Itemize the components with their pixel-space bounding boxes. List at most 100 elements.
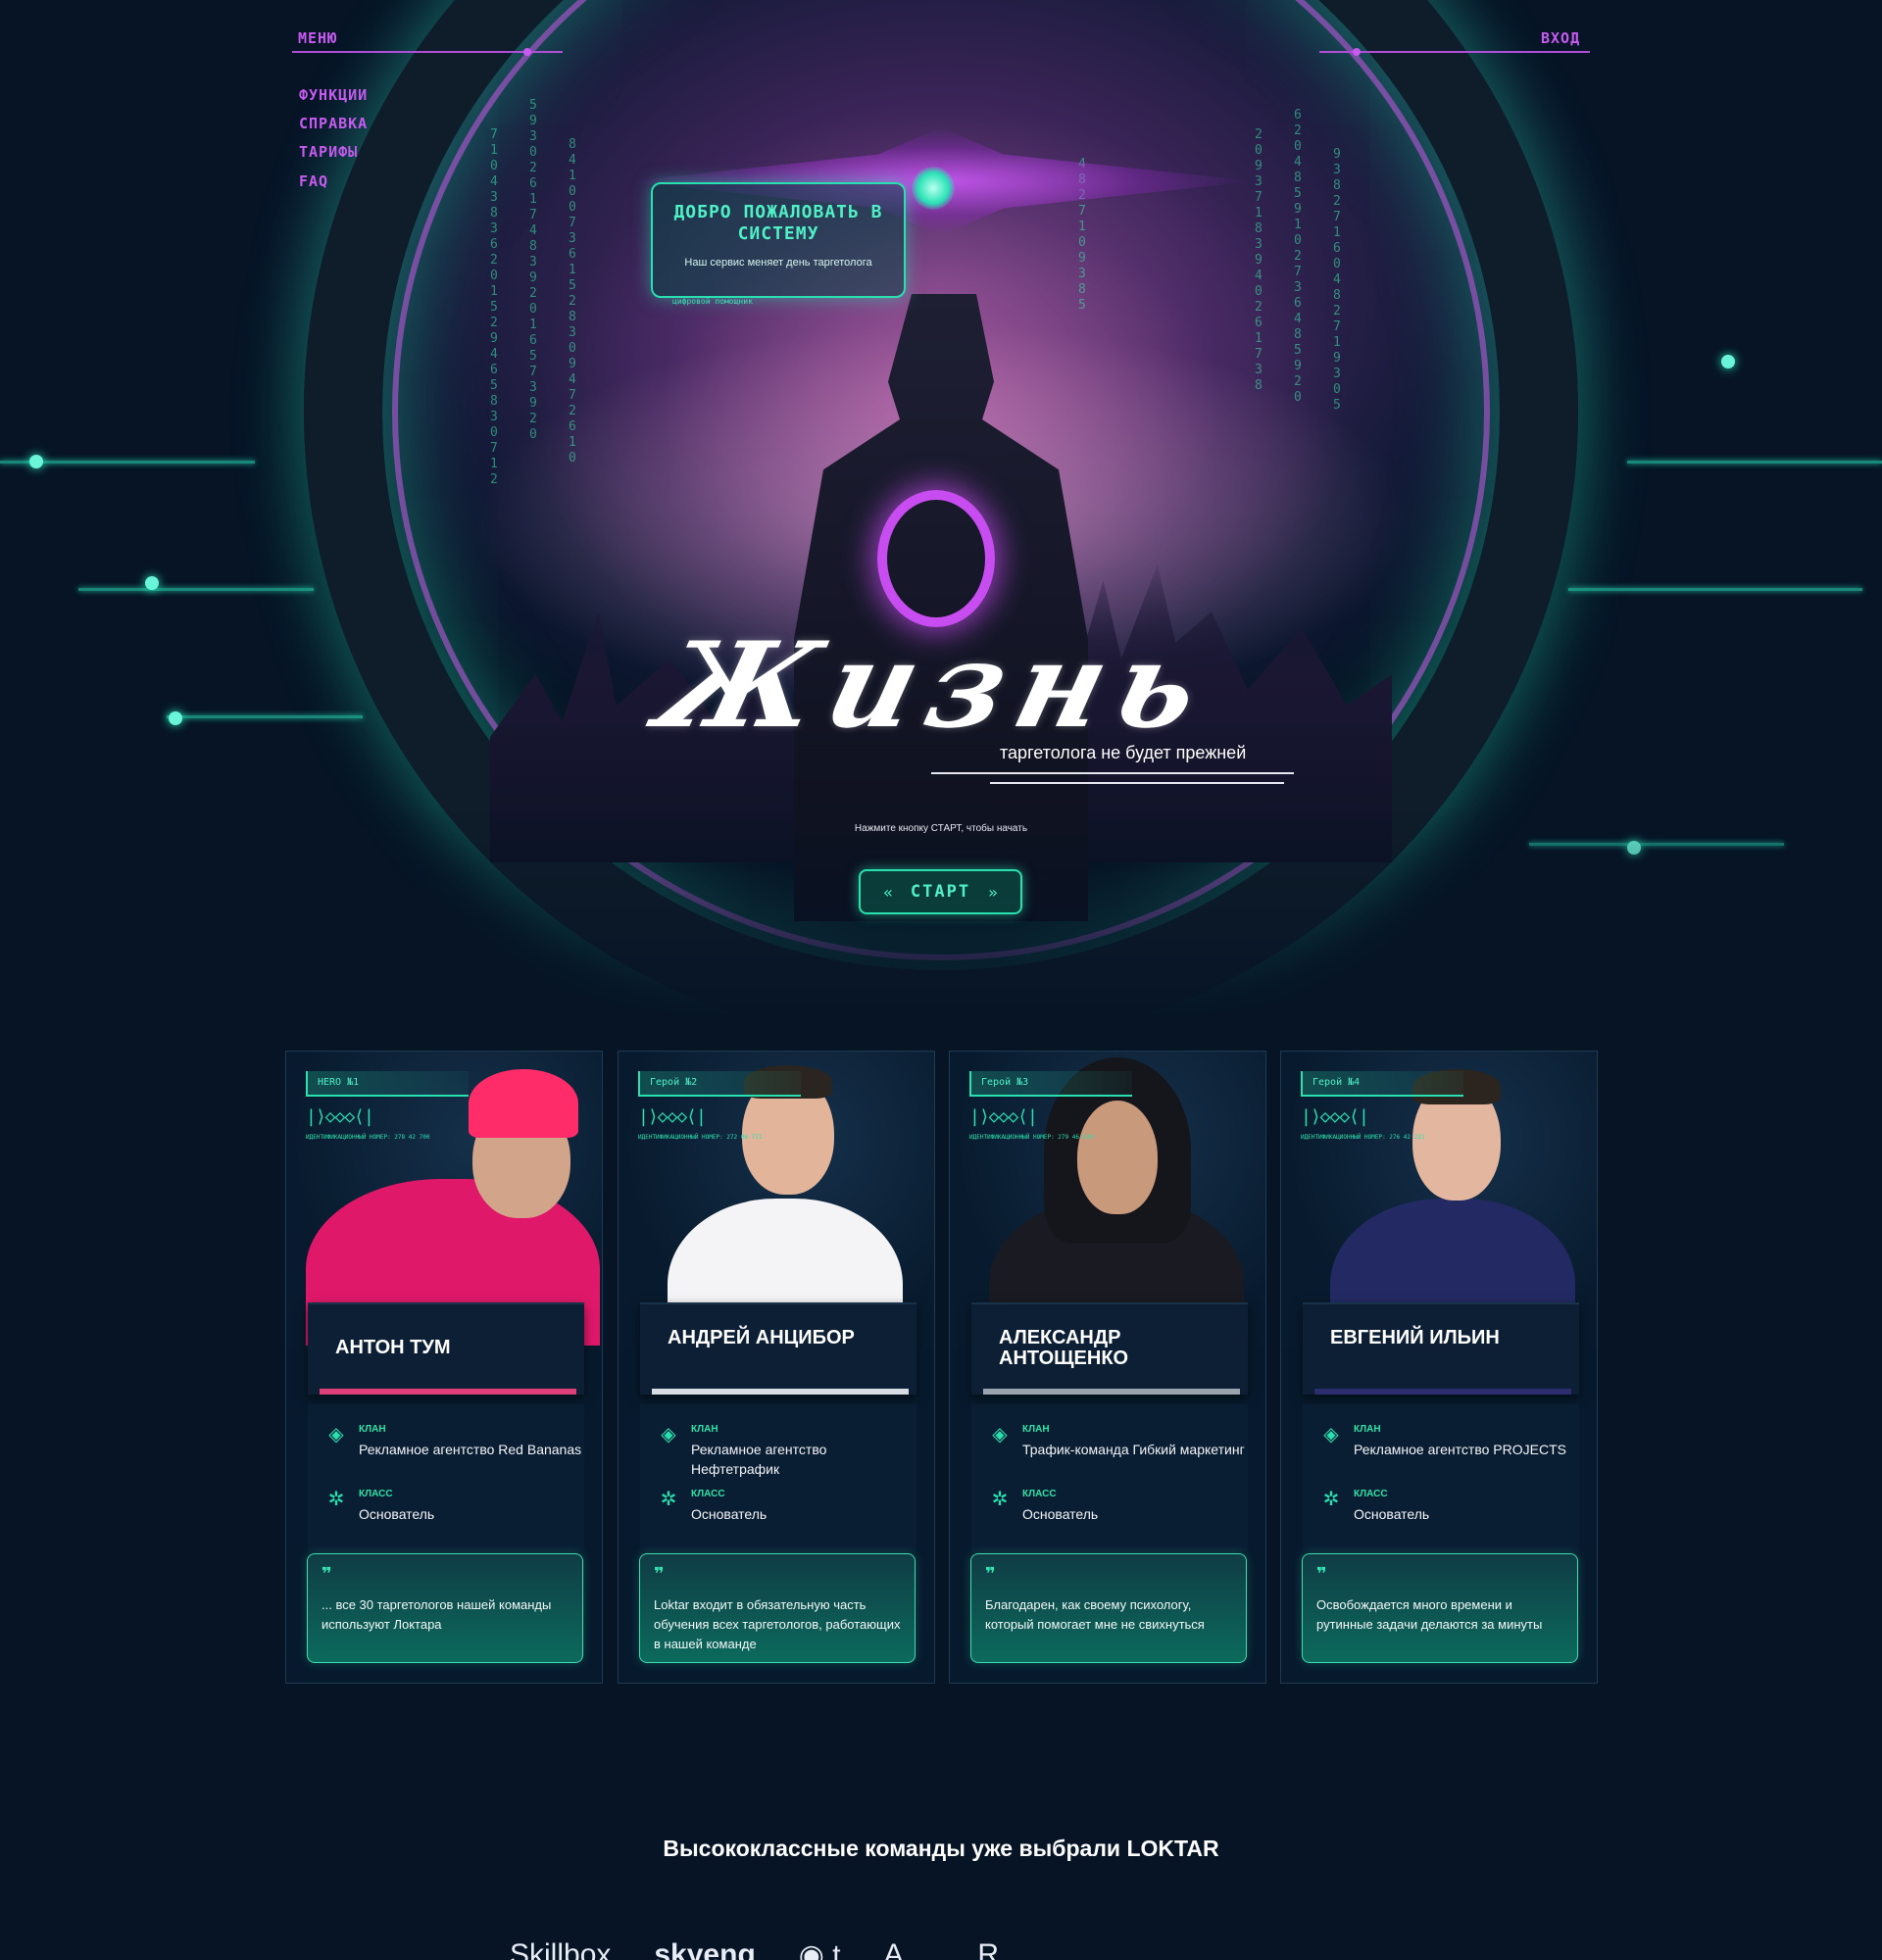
class-value: Основатель [1354, 1506, 1430, 1522]
class-icon: ✲ [1322, 1489, 1340, 1510]
menu-link[interactable]: МЕНЮ [298, 29, 337, 47]
card-tag: Герой №3 [969, 1071, 1132, 1097]
clan-value: Рекламное агентство PROJECTS [1354, 1442, 1566, 1457]
card-name: Антон Тум [335, 1337, 451, 1358]
class-label: КЛАСС [691, 1489, 725, 1499]
hero-section: 71043836201529465830712 5930261748392016… [0, 0, 1882, 1019]
clan-value: Трафик-команда Гибкий маркетинг [1022, 1442, 1245, 1457]
client-logo-3: ◉ t [798, 1939, 841, 1960]
quote-box: ❞ ... все 30 таргетологов нашей команды … [307, 1553, 583, 1663]
welcome-panel: ДОБРО ПОЖАЛОВАТЬ В СИСТЕМУ Наш сервис ме… [651, 182, 906, 298]
card-ident: ИДЕНТИФИКАЦИОННЫЙ НОМЕР: 272 06 771 [638, 1134, 763, 1141]
menu-rule-node [523, 48, 531, 56]
card-info: ◈ КЛАН Рекламное агентство Red Bananas ✲… [308, 1404, 584, 1551]
double-chevron-right-icon: » [988, 882, 998, 902]
person-head [1077, 1101, 1158, 1214]
dna-icon: |⟩◇◇◇⟨| [306, 1106, 374, 1127]
welcome-footnote: цифровой помощник [672, 297, 753, 306]
card-tag: HERO №1 [306, 1071, 469, 1097]
quote-icon: ❞ [985, 1564, 996, 1584]
login-link[interactable]: ВХОД [1541, 29, 1580, 47]
clan-label: КЛАН [1354, 1424, 1381, 1435]
card-info: ◈ КЛАН Рекламное агентство Нефтетрафик ✲… [640, 1404, 916, 1551]
class-value: Основатель [359, 1506, 435, 1522]
hero-card: Герой №4 |⟩◇◇◇⟨| ИДЕНТИФИКАЦИОННЫЙ НОМЕР… [1280, 1051, 1598, 1684]
card-name: Евгений Ильин [1330, 1327, 1500, 1348]
welcome-title: ДОБРО ПОЖАЛОВАТЬ В СИСТЕМУ [673, 202, 883, 244]
clan-value: Рекламное агентство Нефтетрафик [691, 1442, 827, 1477]
circuit-line [1568, 588, 1862, 591]
circuit-line [78, 588, 314, 591]
circuit-line [167, 715, 363, 718]
beanie-hat [469, 1069, 578, 1138]
quote-box: ❞ Освобождается много времени и рутинные… [1302, 1553, 1578, 1663]
hero-core-glow [877, 490, 995, 627]
nav-item-faq[interactable]: FAQ [299, 172, 328, 190]
class-icon: ✲ [660, 1489, 677, 1510]
card-ident: ИДЕНТИФИКАЦИОННЫЙ НОМЕР: 279 46 620 [969, 1134, 1094, 1141]
name-plate-strip [1314, 1389, 1571, 1395]
card-tag: Герой №4 [1301, 1071, 1463, 1097]
login-rule-node [1353, 48, 1361, 56]
dna-icon: |⟩◇◇◇⟨| [1301, 1106, 1369, 1127]
nav-item-pricing[interactable]: ТАРИФЫ [299, 143, 358, 161]
start-button-label: СТАРТ [910, 882, 971, 902]
class-label: КЛАСС [1022, 1489, 1057, 1499]
quote-icon: ❞ [1316, 1564, 1327, 1584]
clan-value: Рекламное агентство Red Bananas [359, 1442, 582, 1457]
eye-core [912, 167, 955, 210]
name-plate-strip [983, 1389, 1240, 1395]
menu-rule [292, 51, 563, 53]
card-name: Александр Антощенко [999, 1327, 1129, 1369]
client-logos: Skillbox skyeng ◉ t A ... R ... [510, 1938, 1392, 1960]
client-logo-skyeng: skyeng [654, 1938, 756, 1960]
matrix-digits: 841007361528309472610 [569, 137, 576, 466]
hero-card: Герой №3 |⟩◇◇◇⟨| ИДЕНТИФИКАЦИОННЫЙ НОМЕР… [949, 1051, 1266, 1684]
hero-headline: Жизнь [645, 616, 1227, 755]
name-plate: Антон Тум [308, 1302, 584, 1395]
quote-icon: ❞ [654, 1564, 665, 1584]
clan-icon: ◈ [1323, 1424, 1339, 1446]
matrix-digits: 20937183940261738 [1255, 127, 1263, 393]
clan-label: КЛАН [1022, 1424, 1050, 1435]
matrix-digits: 93827160482719305 [1333, 147, 1341, 413]
matrix-digits: 5930261748392016573920 [529, 98, 537, 442]
dna-icon: |⟩◇◇◇⟨| [638, 1106, 707, 1127]
clan-label: КЛАН [691, 1424, 718, 1435]
circuit-node [145, 576, 159, 590]
clan-icon: ◈ [992, 1424, 1008, 1446]
circuit-node [1721, 355, 1735, 368]
quote-text: Loktar входит в обязательную часть обуче… [654, 1597, 901, 1651]
name-plate: Александр Антощенко [971, 1302, 1248, 1395]
hero-card: Герой №2 |⟩◇◇◇⟨| ИДЕНТИФИКАЦИОННЫЙ НОМЕР… [618, 1051, 935, 1684]
start-hint: Нажмите кнопку СТАРТ, чтобы начать [854, 823, 1028, 834]
nav-item-help[interactable]: СПРАВКА [299, 115, 368, 132]
welcome-text: Наш сервис меняет день таргетолога [684, 257, 872, 269]
start-button[interactable]: « СТАРТ » [859, 869, 1022, 914]
name-plate-strip [652, 1389, 909, 1395]
quote-text: Освобождается много времени и рутинные з… [1316, 1597, 1543, 1632]
quote-box: ❞ Благодарен, как своему психологу, кото… [970, 1553, 1247, 1663]
class-label: КЛАСС [1354, 1489, 1388, 1499]
quote-text: Благодарен, как своему психологу, которы… [985, 1597, 1205, 1632]
client-logo-skillbox: Skillbox [510, 1938, 612, 1960]
clan-icon: ◈ [661, 1424, 676, 1446]
matrix-digits: 6204859102736485920 [1294, 108, 1302, 405]
name-plate: Андрей Анцибор [640, 1302, 916, 1395]
hero-subheadline: таргетолога не будет прежней [1000, 743, 1247, 762]
hero-card: HERO №1 |⟩◇◇◇⟨| ИДЕНТИФИКАЦИОННЫЙ НОМЕР:… [285, 1051, 603, 1684]
quote-icon: ❞ [322, 1564, 332, 1584]
nav-item-functions[interactable]: ФУНКЦИИ [299, 86, 368, 104]
clients-title: Высококлассные команды уже выбрали LOKTA… [663, 1836, 1219, 1861]
client-logo-4: A ... [883, 1938, 935, 1960]
dna-icon: |⟩◇◇◇⟨| [969, 1106, 1038, 1127]
card-ident: ИДЕНТИФИКАЦИОННЫЙ НОМЕР: 278 42 700 [306, 1134, 430, 1141]
circuit-node [29, 455, 43, 468]
quote-box: ❞ Loktar входит в обязательную часть обу… [639, 1553, 916, 1663]
subheadline-rule [931, 772, 1294, 774]
card-tag: Герой №2 [638, 1071, 801, 1097]
class-label: КЛАСС [359, 1489, 393, 1499]
client-logo-5: R ... [977, 1938, 1032, 1960]
circuit-line [1627, 461, 1882, 464]
card-info: ◈ КЛАН Трафик-команда Гибкий маркетинг ✲… [971, 1404, 1248, 1551]
